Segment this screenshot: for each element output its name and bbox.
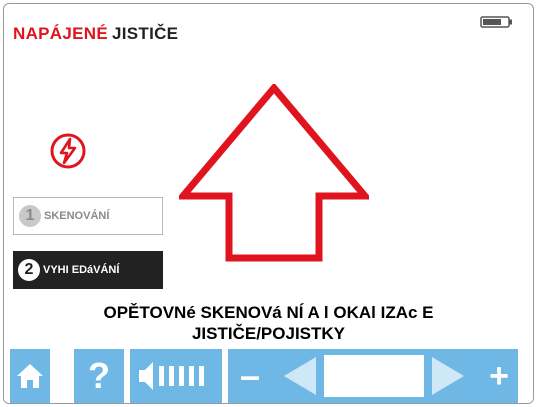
instruction-text: OPĚTOVNé SKENOVá NÍ A l OKAl IZAc E JIST… bbox=[4, 302, 533, 344]
up-arrow-icon bbox=[179, 84, 369, 262]
triangle-right-icon[interactable] bbox=[428, 355, 468, 397]
instruction-line-2: JISTIČE/POJISTKY bbox=[191, 324, 346, 343]
title-text: JISTIČE bbox=[111, 24, 179, 43]
navigation-bar: – + bbox=[228, 349, 518, 403]
volume-icon bbox=[139, 362, 204, 390]
triangle-left-icon[interactable] bbox=[280, 355, 320, 397]
home-icon bbox=[17, 364, 43, 388]
plus-button[interactable]: + bbox=[480, 349, 518, 403]
lightning-warning-icon bbox=[50, 133, 86, 169]
battery-icon bbox=[480, 16, 512, 28]
help-button[interactable]: ? bbox=[74, 349, 124, 403]
minus-label: – bbox=[239, 355, 261, 396]
page-title: NAPÁJENÉ JISTIČE bbox=[13, 24, 178, 44]
home-button[interactable] bbox=[10, 349, 50, 403]
mode-label: SKENOVÁNÍ bbox=[44, 210, 110, 222]
minus-button[interactable]: – bbox=[228, 349, 272, 403]
instruction-line-1: OPĚTOVNé SKENOVá NÍ A l OKAl IZAc E bbox=[103, 303, 434, 322]
help-label: ? bbox=[88, 355, 110, 396]
mode-label: VYHI EDáVÁNÍ bbox=[43, 264, 120, 276]
plus-label: + bbox=[489, 356, 509, 395]
device-screen: NAPÁJENÉ JISTIČE 1 SKENOVÁNÍ 2 VYHI EDáVÁ… bbox=[3, 3, 534, 404]
mode-number-badge: 2 bbox=[18, 259, 40, 281]
title-highlight: NAPÁJENÉ bbox=[13, 24, 108, 43]
mode-search-button[interactable]: 2 VYHI EDáVÁNÍ bbox=[13, 251, 163, 289]
volume-button[interactable] bbox=[130, 349, 222, 403]
mode-scan-button[interactable]: 1 SKENOVÁNÍ bbox=[13, 197, 163, 235]
nav-value-field bbox=[324, 355, 424, 397]
mode-number-badge: 1 bbox=[19, 205, 41, 227]
bottom-toolbar: ? – + bbox=[4, 349, 533, 403]
